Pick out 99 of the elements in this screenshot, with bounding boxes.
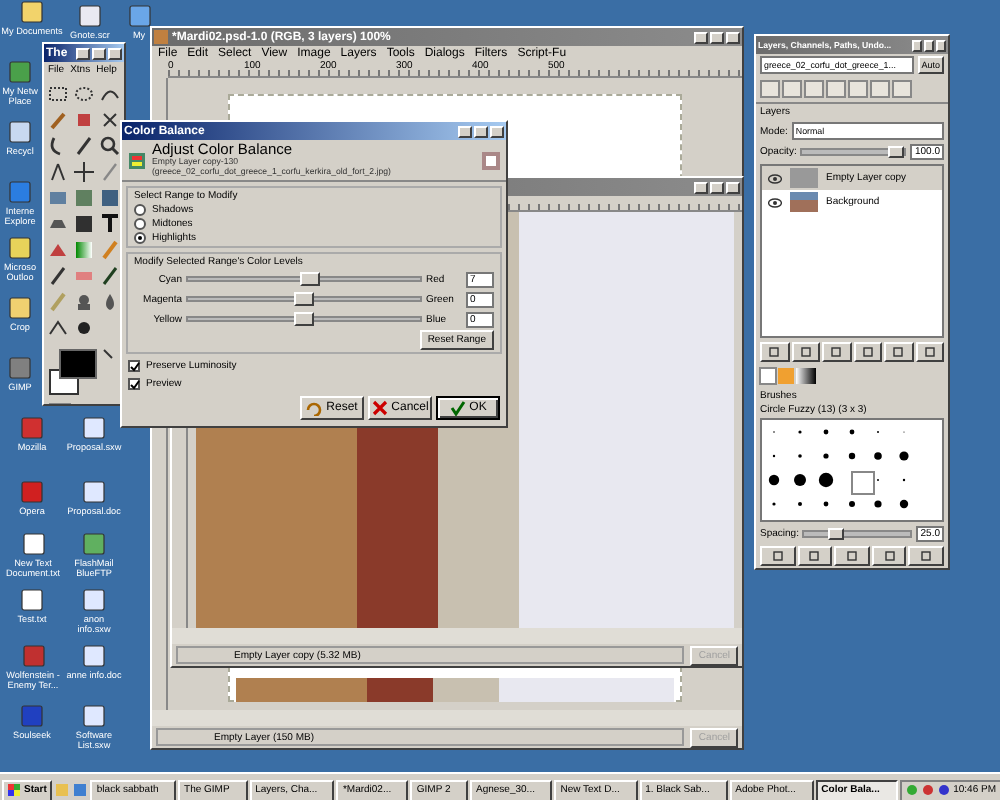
- slider-thumb[interactable]: [294, 292, 314, 307]
- tool-icon: [98, 160, 122, 184]
- toolbar-button[interactable]: [834, 546, 870, 566]
- minimize-button[interactable]: [694, 181, 708, 193]
- file-icon[interactable]: [8, 120, 32, 144]
- tool-button[interactable]: [72, 212, 96, 236]
- close-button[interactable]: [936, 39, 946, 51]
- tool-button[interactable]: [46, 160, 70, 184]
- maximize-button[interactable]: [92, 47, 106, 59]
- close-button[interactable]: [490, 125, 504, 137]
- maximize-button[interactable]: [710, 181, 724, 193]
- tool-icon: [46, 160, 70, 184]
- minimize-button[interactable]: [458, 125, 472, 137]
- file-icon[interactable]: [8, 236, 32, 260]
- tool-icon: [98, 264, 122, 288]
- eye-icon[interactable]: [768, 197, 782, 207]
- tool-button[interactable]: [72, 160, 96, 184]
- tool-button[interactable]: [98, 108, 122, 132]
- tool-icon: [46, 290, 70, 314]
- radio-button[interactable]: [134, 218, 146, 231]
- tool-icon: [46, 186, 70, 210]
- toolbar-button[interactable]: [760, 546, 796, 566]
- file-icon[interactable]: [82, 480, 106, 504]
- tool-icon: [46, 82, 70, 106]
- minimize-button[interactable]: [694, 31, 708, 43]
- tool-icon: [72, 134, 96, 158]
- tool-icon: [98, 108, 122, 132]
- tool-button[interactable]: [46, 316, 70, 340]
- maximize-button[interactable]: [474, 125, 488, 137]
- cross-icon: [371, 400, 388, 417]
- file-icon[interactable]: [21, 532, 45, 556]
- tool-button[interactable]: [98, 264, 122, 288]
- file-icon[interactable]: [82, 588, 106, 612]
- layer-thumbnail-icon: [790, 192, 818, 212]
- tool-icon: [46, 316, 70, 340]
- toolbar-button[interactable]: [760, 342, 789, 362]
- slider-track[interactable]: [186, 276, 422, 283]
- file-icon[interactable]: [78, 4, 102, 28]
- tool-icon: [72, 212, 96, 236]
- close-button[interactable]: [726, 181, 740, 193]
- tool-icon: [98, 134, 122, 158]
- radio-button[interactable]: [134, 204, 146, 217]
- tool-icon: [72, 82, 96, 106]
- tool-icon: [46, 108, 70, 132]
- reset-icon: [306, 400, 323, 417]
- tool-icon: [98, 186, 122, 210]
- tool-icon: [46, 264, 70, 288]
- slider-track[interactable]: [186, 316, 422, 323]
- file-icon[interactable]: [20, 0, 44, 24]
- tool-button[interactable]: [72, 82, 96, 106]
- spacing-slider-thumb[interactable]: [827, 528, 844, 540]
- tool-button[interactable]: [72, 134, 96, 158]
- checkbox[interactable]: [128, 360, 140, 373]
- toolbar-button[interactable]: [853, 342, 882, 362]
- file-icon[interactable]: [82, 704, 106, 728]
- file-icon[interactable]: [20, 588, 44, 612]
- tool-button[interactable]: [72, 316, 96, 340]
- close-button[interactable]: [108, 47, 122, 59]
- slider-thumb[interactable]: [294, 312, 314, 327]
- slider-thumb[interactable]: [300, 272, 321, 287]
- check-icon: [449, 400, 466, 417]
- tool-button[interactable]: [98, 186, 122, 210]
- toolbar-button[interactable]: [871, 546, 907, 566]
- tool-icon: [72, 186, 96, 210]
- checkbox[interactable]: [128, 378, 140, 391]
- file-icon[interactable]: [82, 416, 106, 440]
- tool-button[interactable]: [98, 212, 122, 236]
- eye-icon[interactable]: [768, 173, 782, 183]
- tool-icon: [98, 212, 122, 236]
- maximize-button[interactable]: [710, 31, 724, 43]
- minimize-button[interactable]: [76, 47, 90, 59]
- file-icon[interactable]: [8, 296, 32, 320]
- windows-logo-icon: [8, 784, 20, 796]
- tool-button[interactable]: [98, 134, 122, 158]
- tool-button[interactable]: [46, 82, 70, 106]
- toolbar-button[interactable]: [822, 342, 851, 362]
- toolbar-button[interactable]: [797, 546, 833, 566]
- file-icon[interactable]: [82, 644, 106, 668]
- tool-icon: [72, 160, 96, 184]
- image-thumbnail-icon: [482, 151, 500, 170]
- close-button[interactable]: [726, 31, 740, 43]
- toolbar-button[interactable]: [884, 342, 913, 362]
- slider-track[interactable]: [186, 296, 422, 303]
- radio-button[interactable]: [134, 232, 146, 245]
- minimize-button[interactable]: [912, 39, 922, 51]
- toolbar-button[interactable]: [908, 546, 944, 566]
- opacity-slider-thumb[interactable]: [888, 146, 905, 158]
- tool-icon: [72, 290, 96, 314]
- tool-button[interactable]: [46, 264, 70, 288]
- toolbar-button[interactable]: [791, 342, 820, 362]
- gimp-icon: [154, 30, 168, 44]
- tool-icon: [72, 316, 96, 340]
- layer-thumbnail-icon: [790, 168, 818, 188]
- tool-icon: [72, 238, 96, 262]
- color-balance-icon: [128, 151, 146, 170]
- tool-icon: [98, 238, 122, 262]
- maximize-button[interactable]: [924, 39, 934, 51]
- toolbar-button[interactable]: [915, 342, 944, 362]
- tool-icon: [72, 108, 96, 132]
